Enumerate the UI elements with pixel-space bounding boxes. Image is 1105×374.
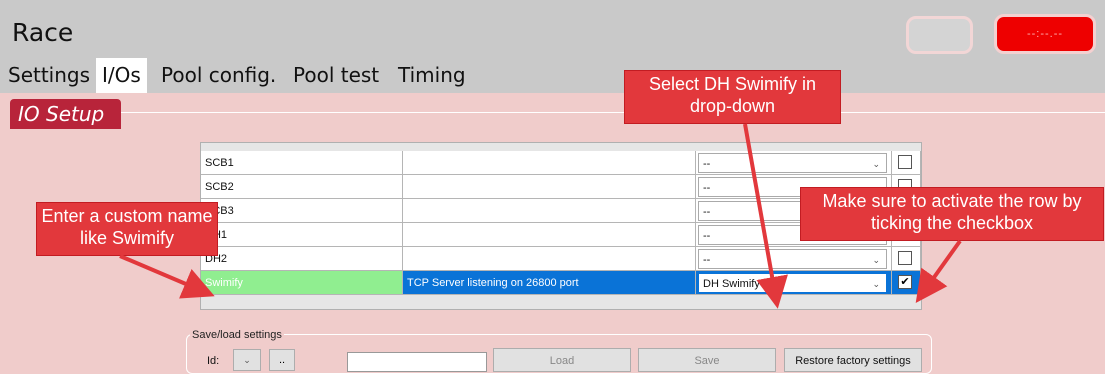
browse-button[interactable]: .. <box>269 349 295 371</box>
row-description-cell[interactable] <box>403 175 696 199</box>
type-dropdown-value: -- <box>703 158 711 170</box>
type-dropdown[interactable]: -- ⌄ <box>698 153 887 173</box>
row-description-cell[interactable] <box>403 199 696 223</box>
table-row[interactable]: DH2 -- ⌄ <box>201 247 921 271</box>
tab-pool-config[interactable]: Pool config. <box>161 58 276 93</box>
callout-checkbox: Make sure to activate the row by ticking… <box>800 187 1104 241</box>
title-bar: Race --:--.-- <box>0 0 1105 56</box>
blank-button[interactable] <box>906 16 973 54</box>
callout-dropdown: Select DH Swimify in drop-down <box>624 70 841 124</box>
id-label: Id: <box>207 355 220 367</box>
grid-header <box>201 143 921 151</box>
chevron-down-icon: ⌄ <box>872 255 880 265</box>
row-name-cell[interactable]: SCB2 <box>201 175 403 199</box>
row-name-cell[interactable]: DH2 <box>201 247 403 271</box>
table-row[interactable]: SCB1 -- ⌄ <box>201 151 921 175</box>
chevron-down-icon: ⌄ <box>872 279 880 289</box>
tab-pool-test[interactable]: Pool test <box>293 58 379 93</box>
load-button[interactable]: Load <box>493 348 631 372</box>
restore-factory-button[interactable]: Restore factory settings <box>784 348 922 372</box>
type-dropdown-value: -- <box>703 254 711 266</box>
type-dropdown[interactable]: -- ⌄ <box>698 249 887 269</box>
row-description-cell[interactable]: TCP Server listening on 26800 port <box>403 271 696 295</box>
row-description-cell[interactable] <box>403 151 696 175</box>
type-dropdown-value: -- <box>703 230 711 242</box>
active-checkbox[interactable] <box>898 155 912 169</box>
settings-name-input[interactable] <box>347 352 487 372</box>
row-check-cell <box>892 247 921 271</box>
clock-button[interactable]: --:--.-- <box>994 14 1096 54</box>
callout-name: Enter a custom name like Swimify <box>36 202 218 256</box>
row-check-cell <box>892 151 921 175</box>
tab-bar: Settings I/Os Pool config. Pool test Tim… <box>0 56 1105 93</box>
active-checkbox[interactable]: ✔ <box>898 275 912 289</box>
save-button[interactable]: Save <box>638 348 776 372</box>
type-dropdown-value: -- <box>703 206 711 218</box>
io-setup-frame-line <box>10 112 1105 113</box>
row-name-cell[interactable]: DH1 <box>201 223 403 247</box>
active-checkbox[interactable] <box>898 251 912 265</box>
row-name-cell[interactable]: Swimify <box>201 271 403 295</box>
row-description-cell[interactable] <box>403 247 696 271</box>
row-description-cell[interactable] <box>403 223 696 247</box>
save-load-title: Save/load settings <box>190 329 284 341</box>
table-row-selected[interactable]: Swimify TCP Server listening on 26800 po… <box>201 271 921 295</box>
row-type-cell: -- ⌄ <box>696 151 892 175</box>
chevron-down-icon: ⌄ <box>243 355 251 365</box>
row-type-cell: DH Swimify ⌄ <box>696 271 892 295</box>
row-name-cell[interactable]: SCB3 <box>201 199 403 223</box>
io-setup-legend: IO Setup <box>10 99 121 129</box>
tab-ios[interactable]: I/Os <box>96 58 147 93</box>
type-dropdown[interactable]: DH Swimify ⌄ <box>698 273 887 293</box>
arrow-to-name <box>119 254 215 299</box>
tab-settings[interactable]: Settings <box>8 58 90 93</box>
row-name-cell[interactable]: SCB1 <box>201 151 403 175</box>
row-check-cell: ✔ <box>892 271 921 295</box>
arrow-to-checkbox <box>915 239 962 304</box>
row-type-cell: -- ⌄ <box>696 247 892 271</box>
type-dropdown-value: -- <box>703 182 711 194</box>
app-title: Race <box>12 18 74 47</box>
tab-timing[interactable]: Timing <box>398 58 466 93</box>
id-dropdown[interactable]: ⌄ <box>233 349 261 371</box>
chevron-down-icon: ⌄ <box>872 159 880 169</box>
type-dropdown-value: DH Swimify <box>703 278 760 290</box>
